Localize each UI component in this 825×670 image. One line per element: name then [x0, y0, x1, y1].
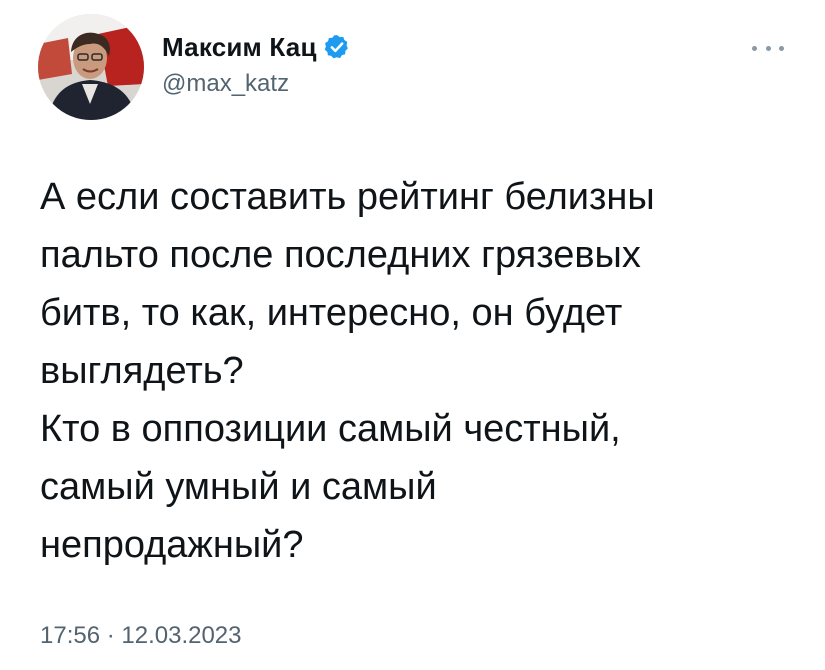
- name-row: Максим Кац: [162, 30, 351, 64]
- author-block: Максим Кац @max_katz: [162, 30, 351, 98]
- avatar-image: [38, 14, 144, 120]
- author-handle[interactable]: @max_katz: [162, 70, 351, 98]
- tweet-text-line: битв, то как, интересно, он будет: [40, 292, 623, 334]
- tweet-text-line: А если составить рейтинг белизны: [40, 176, 655, 218]
- verified-badge-icon: [323, 33, 351, 61]
- tweet-text-line: самый умный и самый: [40, 466, 437, 508]
- author-display-name[interactable]: Максим Кац: [162, 32, 317, 63]
- tweet-text-line: выглядеть?: [40, 350, 244, 392]
- author-avatar[interactable]: [38, 14, 144, 120]
- tweet-timestamp[interactable]: 17:56 · 12.03.2023: [40, 622, 242, 650]
- tweet-card: Максим Кац @max_katz А если составить ре…: [0, 0, 825, 670]
- more-horizontal-icon[interactable]: [752, 40, 784, 56]
- tweet-text-line: непродажный?: [40, 524, 304, 566]
- tweet-text: А если составить рейтинг белизны пальто …: [40, 168, 800, 574]
- tweet-text-line: пальто после последних грязевых: [40, 234, 641, 276]
- tweet-text-line: Кто в оппозиции самый честный,: [40, 408, 621, 450]
